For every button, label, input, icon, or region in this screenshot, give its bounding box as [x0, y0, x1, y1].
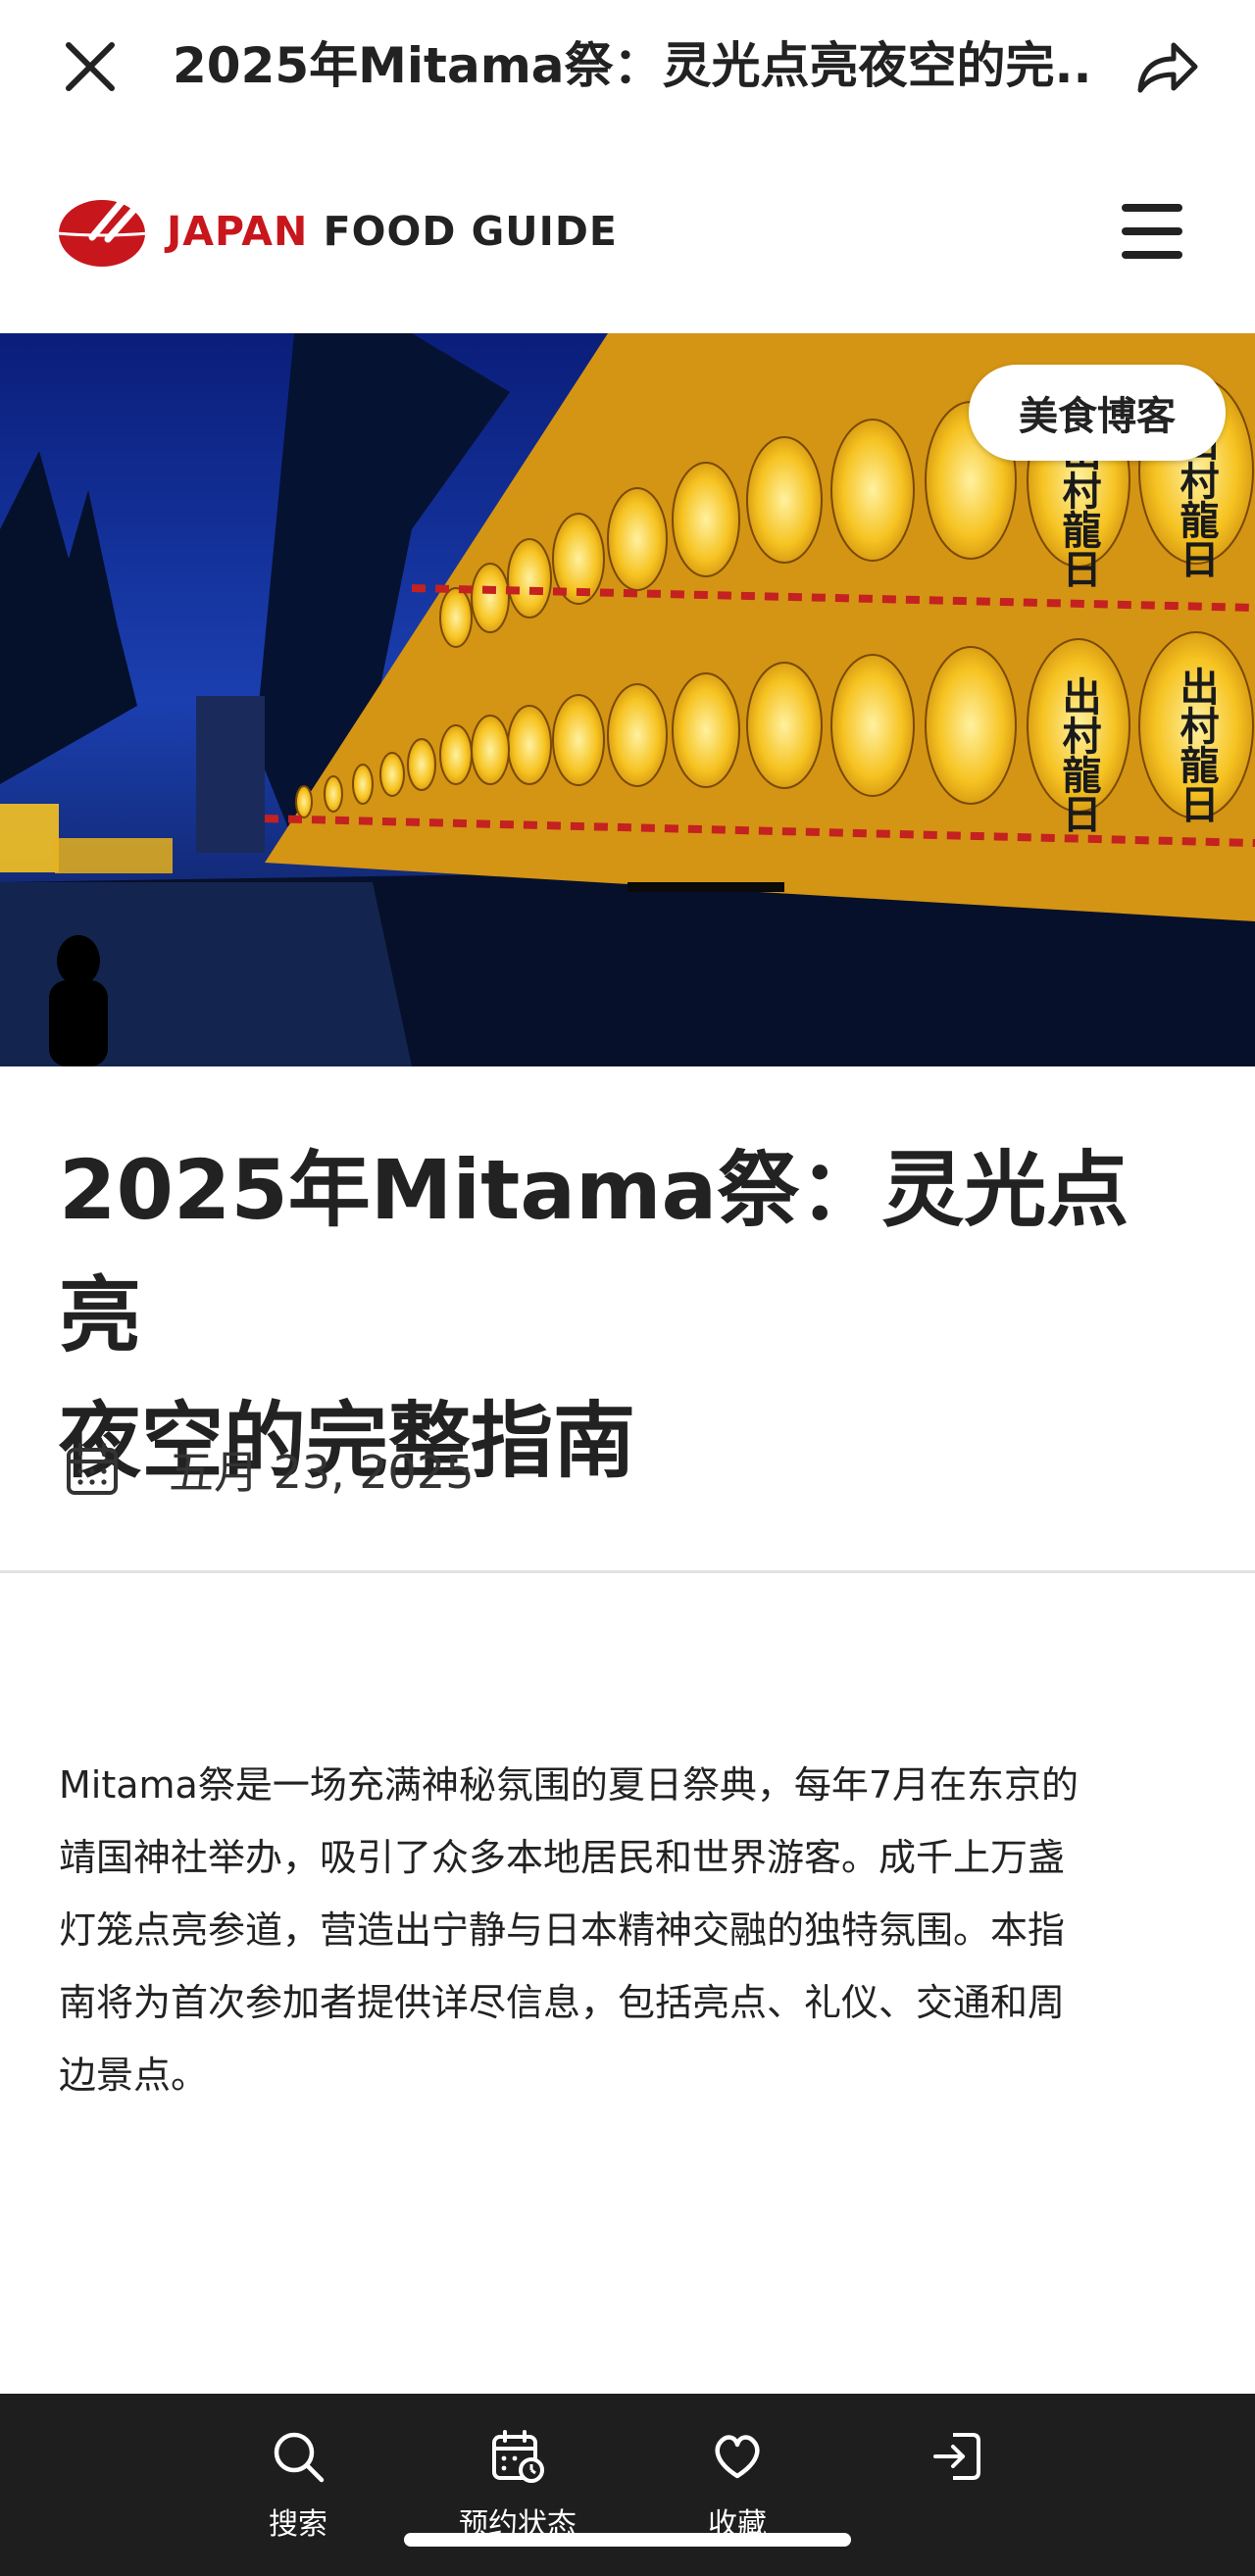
article-body: Mitama祭是一场充满神秘氛围的夏日祭典，每年7月在东京的 靖国神社举办，吸引… [59, 1749, 1196, 2111]
body-line: 南将为首次参加者提供详尽信息，包括亮点、礼仪、交通和周 [59, 1981, 1066, 2024]
top-bar: 2025年Mitama祭：灵光点亮夜空的完... [0, 0, 1255, 132]
close-icon [66, 42, 115, 91]
menu-button[interactable] [1118, 200, 1186, 263]
date-text: 五月 23, 2025 [169, 1446, 475, 1499]
calendar-clock-icon [492, 2430, 544, 2483]
menu-icon-bar [1122, 227, 1182, 235]
lantern-text: 出村龍日 [1174, 667, 1220, 823]
page: 2025年Mitama祭：灵光点亮夜空的完... JAPAN FOOD GUID… [0, 0, 1255, 2576]
lantern-text: 出村龍日 [1056, 676, 1102, 833]
bowl-logo-icon [56, 198, 150, 267]
publish-date: 五月 23, 2025 [65, 1435, 474, 1504]
share-icon [1137, 42, 1198, 93]
heart-icon [715, 2435, 760, 2479]
menu-icon-bar [1122, 204, 1182, 212]
nav-favorites[interactable]: 收藏 [659, 2429, 816, 2547]
nav-login[interactable] [878, 2429, 1035, 2547]
nav-reservation-status[interactable]: 预约状态 [439, 2429, 596, 2547]
page-title: 2025年Mitama祭：灵光点亮夜空的完... [173, 37, 1094, 94]
body-line: 靖国神社举办，吸引了众多本地居民和世界游客。成千上万盏 [59, 1836, 1066, 1879]
body-line: Mitama祭是一场充满神秘氛围的夏日祭典，每年7月在东京的 [59, 1763, 1079, 1807]
divider [0, 1570, 1255, 1573]
article-title-line: 2025年Mitama祭：灵光点亮 [59, 1142, 1130, 1363]
body-line: 边景点。 [59, 2054, 209, 2097]
share-button[interactable] [1128, 31, 1206, 102]
body-line: 灯笼点亮参道，营造出宁静与日本精神交融的独特氛围。本指 [59, 1908, 1066, 1952]
brand-name-red: JAPAN [167, 208, 309, 255]
close-button[interactable] [55, 31, 126, 102]
brand-name: JAPAN FOOD GUIDE [167, 202, 618, 261]
brand-name-dark: FOOD GUIDE [323, 208, 618, 255]
login-icon [933, 2433, 980, 2480]
calendar-icon [67, 1443, 118, 1495]
search-icon [274, 2432, 325, 2483]
menu-icon-bar [1122, 251, 1182, 259]
category-tag[interactable]: 美食博客 [969, 365, 1226, 461]
bottom-nav: 搜索 预约状态 收藏 [0, 2394, 1255, 2576]
brand-logo[interactable] [56, 194, 150, 269]
nav-search[interactable]: 搜索 [220, 2429, 376, 2547]
nav-label: 搜索 [269, 2507, 327, 2542]
brand-header: JAPAN FOOD GUIDE [0, 167, 1255, 294]
home-indicator[interactable] [404, 2533, 851, 2547]
